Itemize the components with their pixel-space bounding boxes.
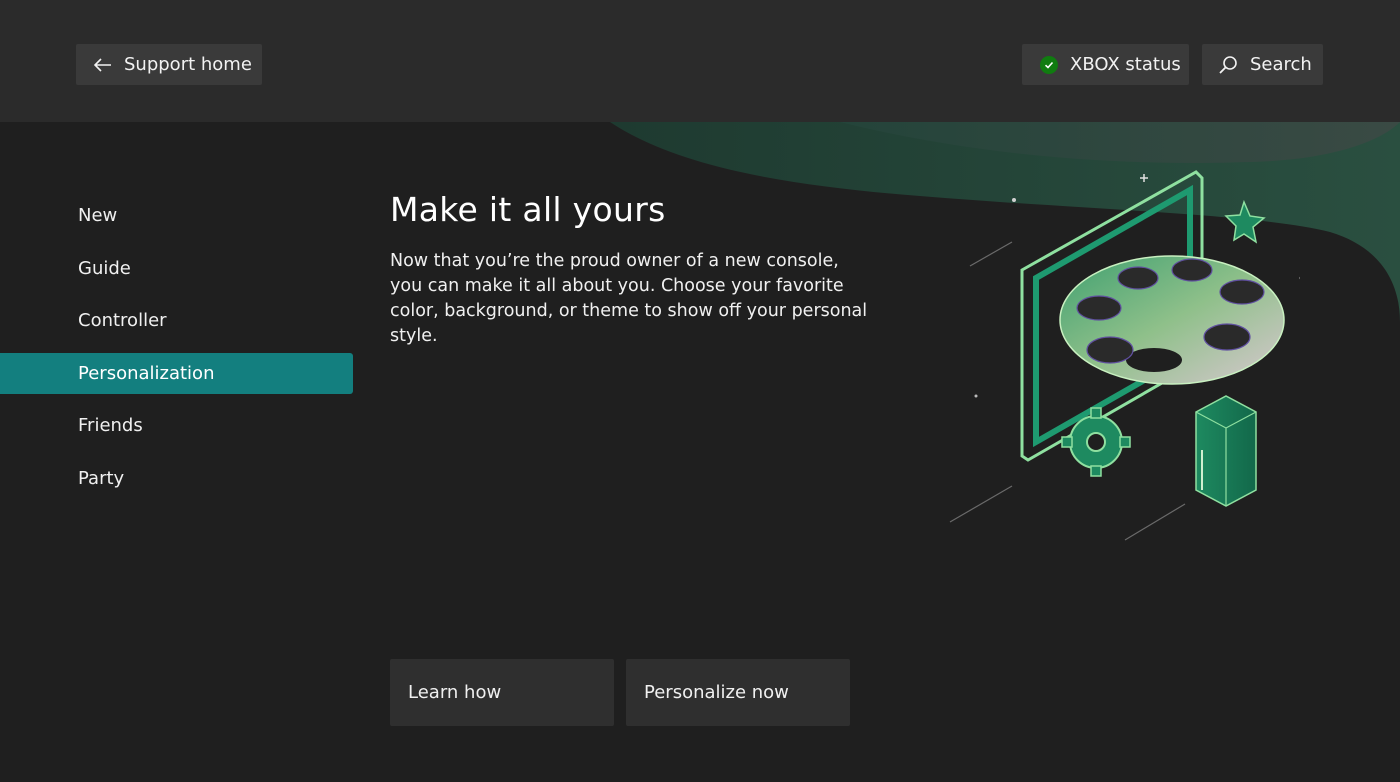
search-icon bbox=[1218, 55, 1238, 75]
sidebar-item-controller[interactable]: Controller bbox=[0, 300, 353, 341]
sidebar-item-label: Controller bbox=[78, 310, 167, 331]
page-description: Now that you’re the proud owner of a new… bbox=[390, 251, 868, 346]
main-content: Make it all yours Now that you’re the pr… bbox=[390, 190, 870, 349]
sidebar-item-friends[interactable]: Friends bbox=[0, 405, 353, 446]
sidebar-item-label: New bbox=[78, 205, 118, 226]
palette-illustration bbox=[949, 170, 1300, 541]
sidebar-item-guide[interactable]: Guide bbox=[0, 248, 353, 289]
sidebar-item-label: Personalization bbox=[78, 362, 215, 384]
sidebar-item-label: Party bbox=[78, 467, 125, 489]
support-home-button[interactable]: Support home bbox=[76, 44, 262, 85]
xbox-status-label: XBOX status bbox=[1070, 54, 1181, 75]
search-label: Search bbox=[1250, 54, 1312, 75]
personalize-now-label: Personalize now bbox=[644, 682, 789, 703]
sidebar-nav: New Guide Controller Personalization Fri… bbox=[0, 195, 353, 510]
app-window: Support home XBOX status Search New Guid… bbox=[0, 0, 1400, 782]
arrow-left-icon bbox=[94, 57, 112, 72]
search-button[interactable]: Search bbox=[1202, 44, 1323, 85]
personalize-now-button[interactable]: Personalize now bbox=[626, 659, 850, 726]
xbox-status-button[interactable]: XBOX status bbox=[1022, 44, 1189, 85]
learn-how-label: Learn how bbox=[408, 682, 502, 703]
sidebar-item-label: Friends bbox=[78, 415, 143, 436]
sidebar-item-personalization[interactable]: Personalization bbox=[0, 352, 353, 394]
sidebar-item-party[interactable]: Party bbox=[0, 458, 353, 499]
sidebar-item-new[interactable]: New bbox=[0, 195, 353, 236]
learn-how-button[interactable]: Learn how bbox=[390, 659, 614, 726]
check-circle-icon bbox=[1040, 55, 1058, 74]
support-home-label: Support home bbox=[124, 54, 252, 75]
page-title: Make it all yours bbox=[390, 190, 666, 229]
sidebar-item-label: Guide bbox=[78, 257, 131, 279]
